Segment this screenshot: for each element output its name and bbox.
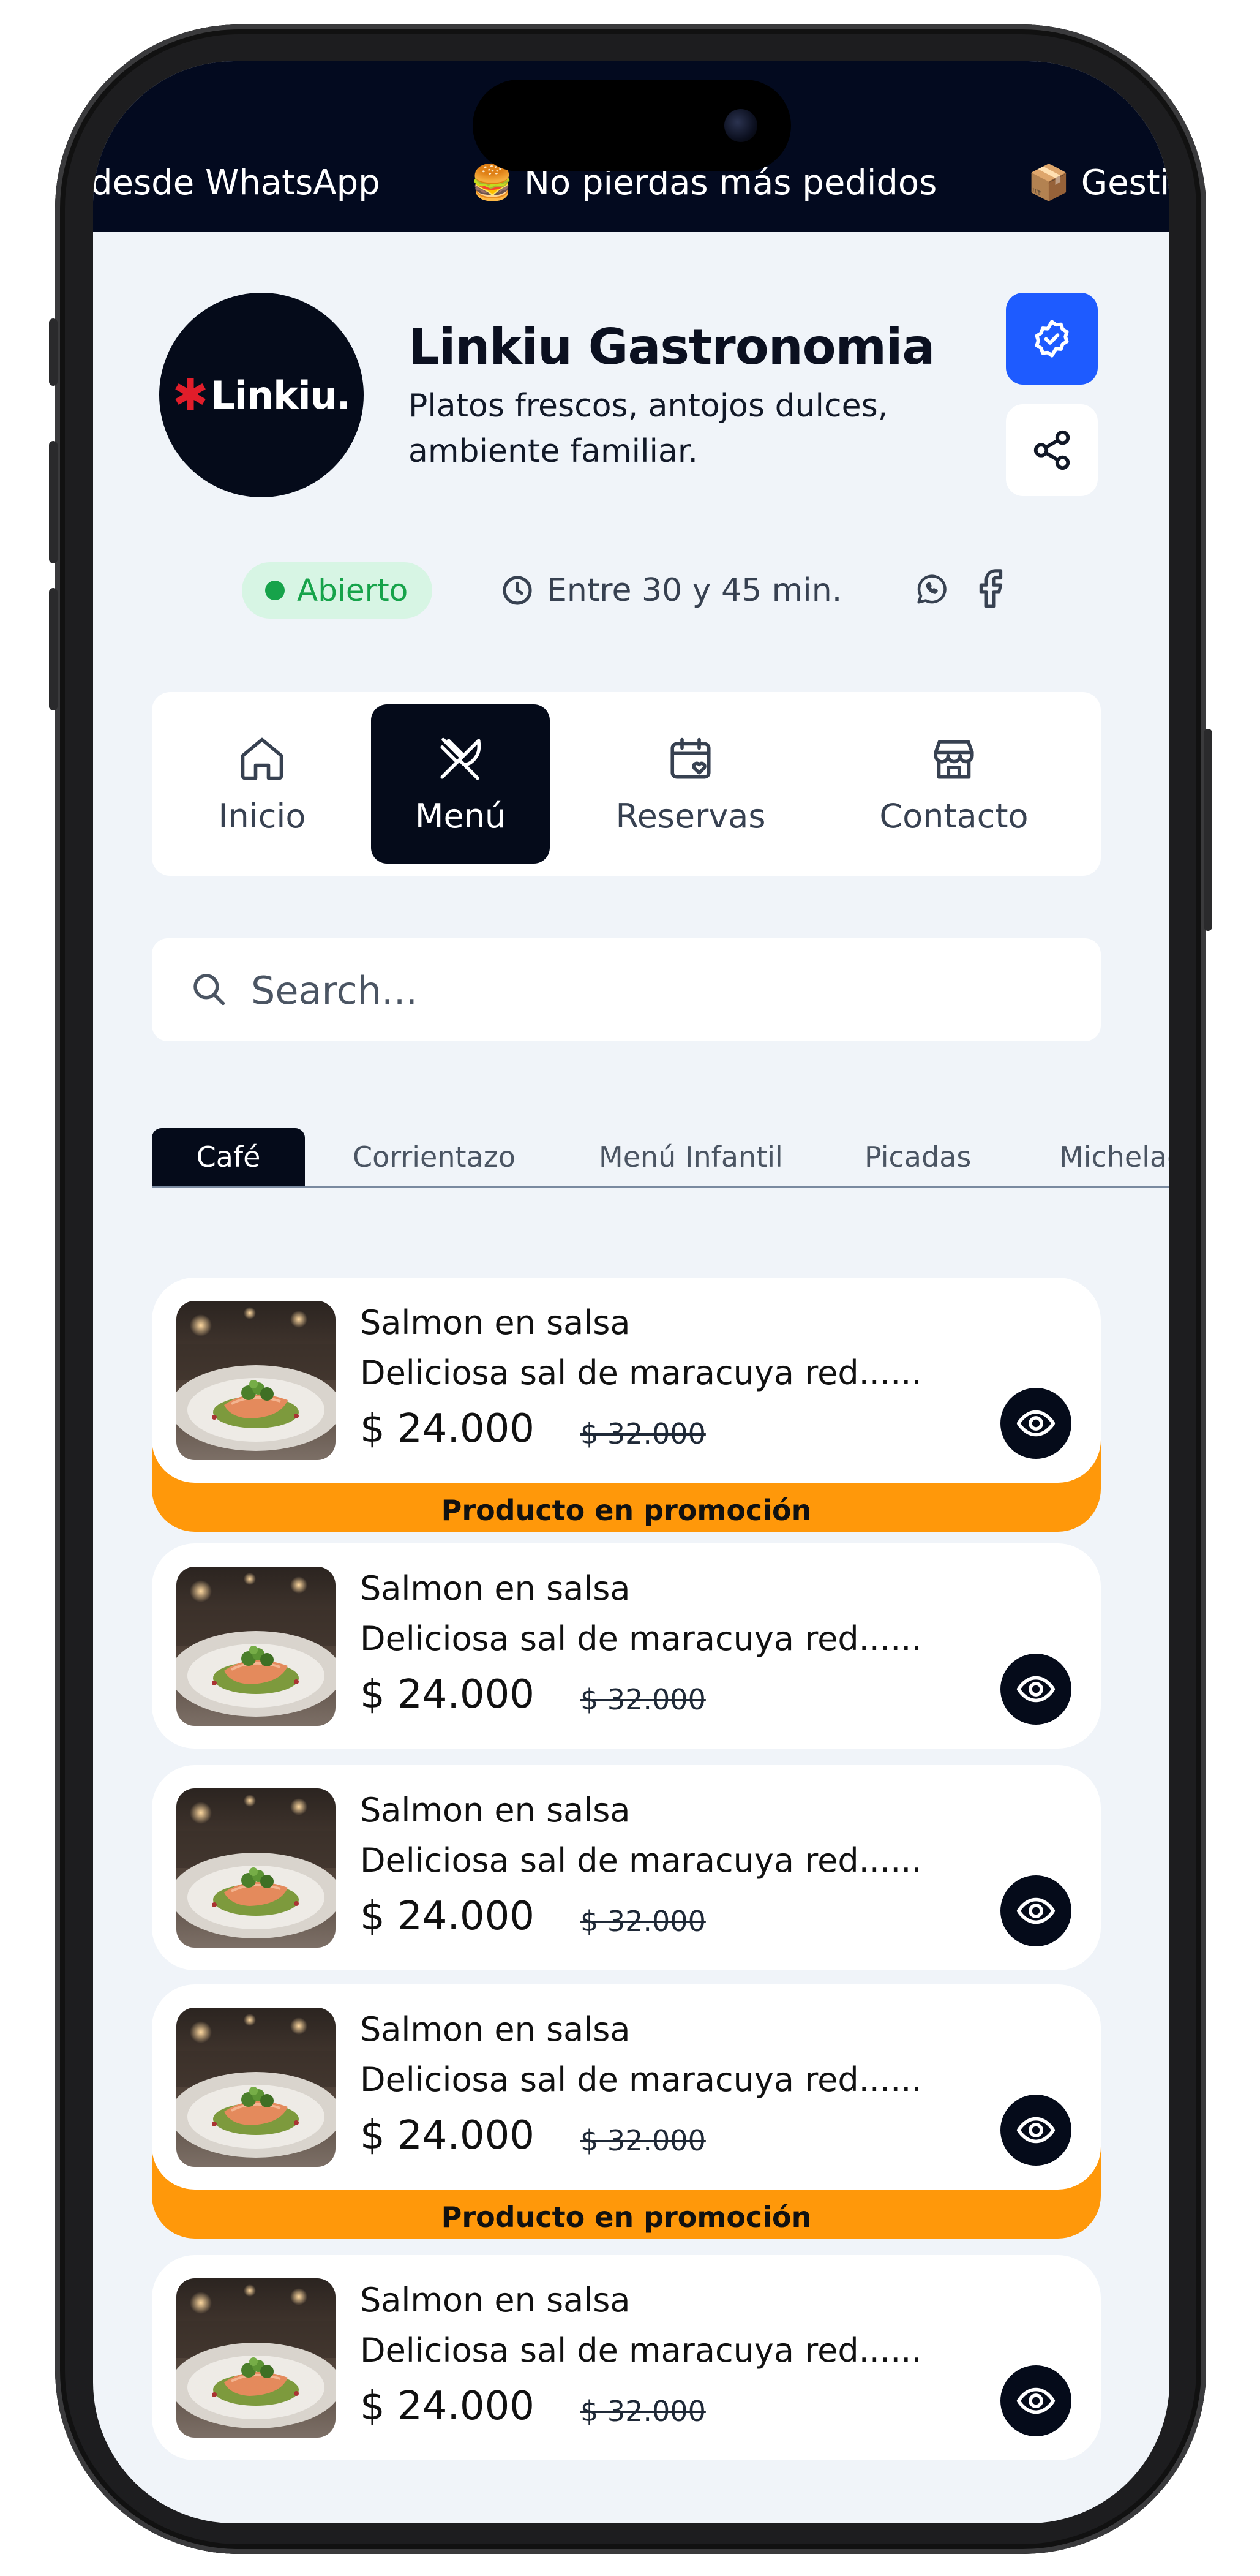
store-icon	[934, 739, 974, 779]
calendar-heart-icon	[670, 737, 711, 779]
open-status-badge: Abierto	[242, 562, 433, 619]
product-image	[176, 1301, 336, 1460]
nav-label: Contacto	[879, 796, 1029, 835]
product-card-body[interactable]: Salmon en salsa Deliciosa sal de maracuya…	[152, 2255, 1101, 2460]
product-price: $ 24.000	[360, 2384, 534, 2429]
search-icon	[193, 974, 225, 1006]
ticker-item: 📦 Gestión	[1027, 163, 1169, 203]
promo-label: Producto en promoción	[441, 2201, 812, 2234]
camera-icon	[724, 109, 757, 142]
utensils-icon	[440, 737, 481, 780]
store-name: Linkiu Gastronomia	[408, 318, 935, 375]
eye-icon	[1016, 2117, 1056, 2144]
search-bar	[152, 938, 1101, 1041]
product-description: Deliciosa sal de maracuya red......	[360, 1354, 922, 1392]
view-product-button[interactable]	[1000, 1875, 1071, 1946]
product-price: $ 24.000	[360, 1406, 534, 1452]
product-name: Salmon en salsa	[360, 2010, 631, 2049]
nav-item-menu[interactable]: Menú	[371, 704, 550, 864]
search-input[interactable]	[250, 962, 1048, 1019]
product-price: $ 24.000	[360, 1672, 534, 1717]
tab-picadas[interactable]: Picadas	[864, 1128, 971, 1186]
share-button[interactable]	[1006, 404, 1098, 496]
eye-icon	[1016, 1410, 1056, 1437]
salmon-dish-image	[176, 1301, 336, 1460]
product-name: Salmon en salsa	[360, 1303, 631, 1342]
tab-cafe[interactable]: Café	[152, 1128, 305, 1186]
salmon-dish-image	[176, 1788, 336, 1948]
salmon-dish-image	[176, 1567, 336, 1726]
product-card-body[interactable]: Salmon en salsa Deliciosa sal de maracuya…	[152, 1278, 1101, 1483]
product-old-price: $ 32.000	[580, 1683, 706, 1716]
view-product-button[interactable]	[1000, 2365, 1071, 2436]
nav-item-inicio[interactable]: Inicio	[195, 704, 329, 864]
product-name: Salmon en salsa	[360, 1791, 631, 1829]
app-screen: desde WhatsApp 🍔 No pierdas más pedidos …	[93, 61, 1169, 2523]
whatsapp-icon[interactable]	[913, 571, 950, 608]
product-description: Deliciosa sal de maracuya red......	[360, 1841, 922, 1880]
promo-label: Producto en promoción	[441, 1494, 812, 1527]
product-image	[176, 1788, 336, 1948]
nav-item-reservas[interactable]: Reservas	[593, 704, 789, 864]
product-old-price: $ 32.000	[580, 1905, 706, 1938]
status-row: Abierto Entre 30 y 45 min.	[93, 562, 1169, 623]
salmon-dish-image	[176, 2008, 336, 2167]
product-image	[176, 2008, 336, 2167]
facebook-icon[interactable]	[969, 565, 1011, 612]
product-name: Salmon en salsa	[360, 2281, 631, 2319]
product-old-price: $ 32.000	[580, 1417, 706, 1450]
product-card-body[interactable]: Salmon en salsa Deliciosa sal de maracuya…	[152, 1984, 1101, 2190]
logo-star-icon: ✱	[172, 371, 209, 419]
volume-up-button	[49, 441, 58, 563]
product-old-price: $ 32.000	[580, 2395, 706, 2428]
product-image	[176, 2278, 336, 2438]
logo-text: Linkiu.	[211, 372, 351, 418]
product-card-body[interactable]: Salmon en salsa Deliciosa sal de maracuya…	[152, 1543, 1101, 1749]
nav-label: Reservas	[615, 796, 766, 835]
product-description: Deliciosa sal de maracuya red......	[360, 2331, 922, 2370]
share-icon	[1033, 430, 1070, 470]
store-description: Platos frescos, antojos dulces, ambiente…	[408, 388, 888, 470]
ticker-item: desde WhatsApp	[93, 163, 380, 203]
category-tabs: Café Corrientazo Menú Infantil Picadas M…	[152, 1128, 1169, 1188]
product-card-body[interactable]: Salmon en salsa Deliciosa sal de maracuya…	[152, 1765, 1101, 1970]
view-product-button[interactable]	[1000, 1388, 1071, 1459]
tab-menu-infantil[interactable]: Menú Infantil	[599, 1128, 783, 1186]
tab-michelada[interactable]: Michelada	[1059, 1128, 1169, 1186]
home-icon	[241, 737, 283, 780]
delivery-time-label: Entre 30 y 45 min.	[547, 572, 842, 609]
product-image	[176, 1567, 336, 1726]
tab-corrientazo[interactable]: Corrientazo	[353, 1128, 516, 1186]
product-price: $ 24.000	[360, 2113, 534, 2158]
open-status-label: Abierto	[297, 573, 408, 608]
delivery-time: Entre 30 y 45 min.	[500, 562, 842, 619]
dynamic-island	[473, 80, 791, 171]
main-nav: Inicio Menú Reservas Contacto	[152, 692, 1101, 876]
volume-down-button	[49, 588, 58, 710]
view-product-button[interactable]	[1000, 1654, 1071, 1725]
product-old-price: $ 32.000	[580, 2124, 706, 2157]
nav-label: Inicio	[218, 796, 306, 835]
eye-icon	[1016, 1897, 1056, 1924]
nav-item-contacto[interactable]: Contacto	[856, 704, 1052, 864]
action-button	[49, 318, 58, 386]
product-description: Deliciosa sal de maracuya red......	[360, 1619, 922, 1658]
nav-label: Menú	[414, 796, 506, 835]
clock-icon	[503, 576, 532, 605]
power-button	[1204, 729, 1212, 931]
eye-icon	[1016, 1676, 1056, 1703]
verified-button[interactable]	[1006, 293, 1098, 385]
verified-badge-icon	[1035, 320, 1069, 358]
announcement-ticker: desde WhatsApp 🍔 No pierdas más pedidos …	[93, 61, 1169, 232]
product-name: Salmon en salsa	[360, 1569, 631, 1608]
product-description: Deliciosa sal de maracuya red......	[360, 2060, 922, 2099]
view-product-button[interactable]	[1000, 2095, 1071, 2166]
product-price: $ 24.000	[360, 1894, 534, 1939]
salmon-dish-image	[176, 2278, 336, 2438]
open-dot-icon	[265, 581, 285, 600]
eye-icon	[1016, 2387, 1056, 2414]
store-logo: ✱ Linkiu.	[159, 293, 364, 497]
